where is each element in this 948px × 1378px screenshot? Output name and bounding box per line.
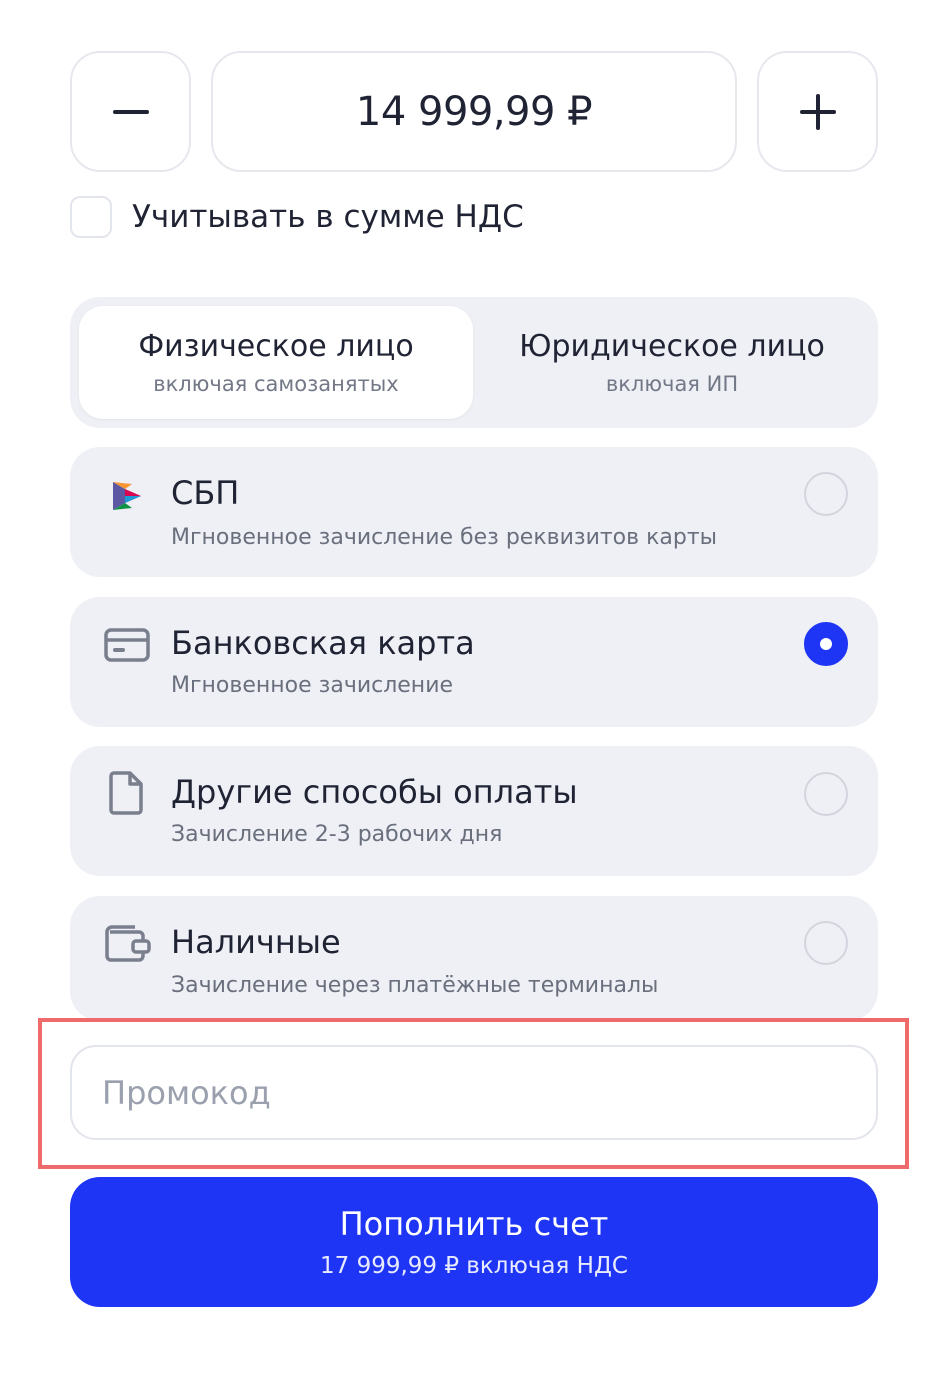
- other-payment-radio[interactable]: [804, 772, 848, 816]
- tab-individual-title: Физическое лицо: [138, 329, 414, 364]
- entity-type-switch: Физическое лицо включая самозанятых Юрид…: [70, 297, 878, 428]
- cash-title: Наличные: [171, 923, 341, 961]
- promo-code-input[interactable]: [70, 1045, 878, 1140]
- bank-card-title: Банковская карта: [171, 624, 475, 662]
- document-icon: [109, 771, 143, 815]
- other-payment-title: Другие способы оплаты: [171, 773, 578, 811]
- top-up-button[interactable]: Пополнить счет 17 999,99 ₽ включая НДС: [70, 1177, 878, 1307]
- vat-label: Учитывать в сумме НДС: [132, 199, 524, 235]
- tab-individual-subtitle: включая самозанятых: [153, 372, 399, 396]
- tab-individual[interactable]: Физическое лицо включая самозанятых: [79, 306, 473, 419]
- tab-legal-entity[interactable]: Юридическое лицо включая ИП: [475, 306, 869, 419]
- bank-card-subtitle: Мгновенное зачисление: [171, 673, 454, 698]
- tab-legal-entity-subtitle: включая ИП: [605, 372, 739, 396]
- amount-value: 14 999,99 ₽: [355, 88, 593, 135]
- bank-card-radio[interactable]: [804, 622, 848, 666]
- plus-icon: [799, 93, 836, 130]
- cash-radio[interactable]: [804, 921, 848, 965]
- increase-amount-button[interactable]: [757, 51, 878, 172]
- bank-card-icon: [104, 628, 150, 662]
- sbp-icon: [113, 482, 141, 510]
- wallet-icon: [105, 925, 151, 962]
- payment-option-other[interactable]: Другие способы оплаты Зачисление 2-3 раб…: [70, 746, 878, 876]
- payment-option-bank-card[interactable]: Банковская карта Мгновенное зачисление: [70, 597, 878, 727]
- other-payment-subtitle: Зачисление 2-3 рабочих дня: [171, 822, 503, 847]
- amount-field[interactable]: 14 999,99 ₽: [211, 51, 737, 172]
- sbp-radio[interactable]: [804, 472, 848, 516]
- decrease-amount-button[interactable]: [70, 51, 191, 172]
- minus-icon: [112, 109, 149, 114]
- vat-checkbox[interactable]: [70, 196, 112, 238]
- tab-legal-entity-title: Юридическое лицо: [519, 329, 825, 364]
- top-up-button-total: 17 999,99 ₽ включая НДС: [320, 1253, 628, 1279]
- sbp-subtitle: Мгновенное зачисление без реквизитов кар…: [171, 525, 718, 550]
- sbp-title: СБП: [171, 474, 240, 512]
- top-up-button-label: Пополнить счет: [339, 1205, 609, 1243]
- payment-option-sbp[interactable]: СБП Мгновенное зачисление без реквизитов…: [70, 447, 878, 577]
- cash-subtitle: Зачисление через платёжные терминалы: [171, 973, 659, 998]
- payment-option-cash[interactable]: Наличные Зачисление через платёжные терм…: [70, 896, 878, 1021]
